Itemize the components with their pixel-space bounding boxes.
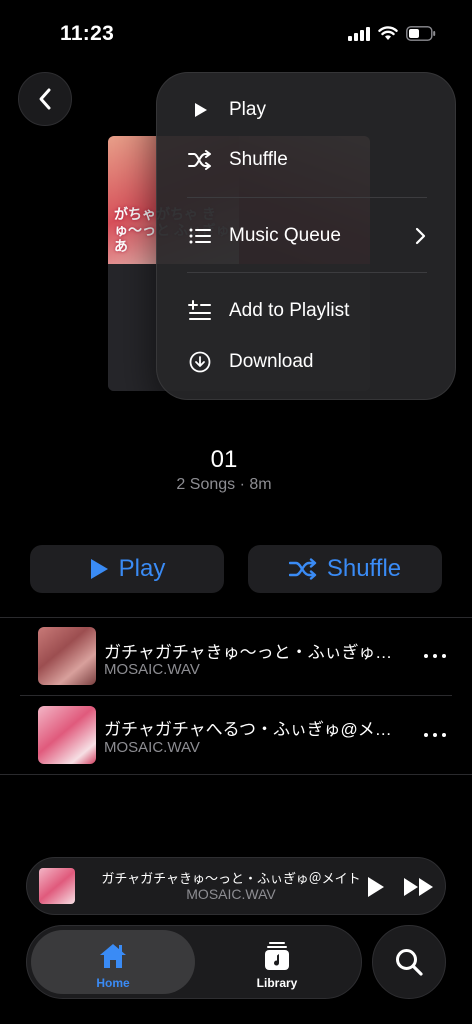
now-playing-artwork — [39, 868, 75, 904]
menu-item-label: Play — [229, 99, 266, 120]
home-icon — [100, 944, 126, 968]
song-artist: MOSAIC.WAV — [104, 661, 200, 678]
menu-item-download[interactable]: Download — [157, 339, 457, 385]
menu-item-label: Shuffle — [229, 149, 288, 170]
mini-player[interactable]: ガチャガチャきゅ〜っと・ふぃぎゅ＠メイト MOSAIC.WAV — [26, 857, 446, 915]
status-icons — [348, 26, 436, 41]
play-button[interactable]: Play — [30, 545, 224, 593]
download-icon — [187, 349, 213, 375]
menu-divider — [187, 197, 427, 198]
play-icon — [187, 97, 213, 123]
search-button[interactable] — [372, 925, 446, 999]
menu-item-label: Music Queue — [229, 225, 341, 246]
list-icon — [187, 223, 213, 249]
more-options-icon[interactable] — [424, 652, 446, 660]
back-button[interactable] — [18, 72, 72, 126]
library-icon — [265, 942, 289, 970]
cellular-signal-icon — [348, 26, 370, 41]
now-playing-artist: MOSAIC.WAV — [186, 886, 276, 902]
wifi-icon — [378, 26, 398, 40]
song-row[interactable]: ガチャガチャへるつ・ふぃぎゅ@メイト MOSAIC.WAV — [0, 696, 472, 774]
menu-item-play[interactable]: Play — [157, 87, 457, 133]
song-row[interactable]: ガチャガチャきゅ〜っと・ふぃぎゅ@メイト MOSAIC.WAV — [0, 618, 472, 696]
search-icon — [396, 949, 423, 976]
battery-icon — [406, 26, 436, 41]
context-menu: Play Shuffle Music Queue Add to Playlist… — [156, 72, 456, 400]
menu-item-label: Add to Playlist — [229, 300, 350, 321]
play-icon — [90, 559, 108, 579]
tab-home[interactable]: Home — [31, 930, 195, 994]
chevron-left-icon — [39, 88, 51, 110]
shuffle-button-label: Shuffle — [326, 555, 402, 582]
shuffle-icon — [187, 147, 213, 173]
song-title: ガチャガチャへるつ・ふぃぎゅ@メイト — [104, 720, 404, 739]
more-options-icon[interactable] — [424, 731, 446, 739]
menu-item-add-to-playlist[interactable]: Add to Playlist — [157, 288, 457, 334]
tab-library[interactable]: Library — [195, 930, 359, 994]
playlist-meta: 2 Songs · 8m — [176, 476, 272, 493]
song-title: ガチャガチャきゅ〜っと・ふぃぎゅ@メイト — [104, 643, 404, 662]
skip-forward-icon[interactable] — [403, 877, 435, 897]
playlist-title: 01 — [210, 446, 238, 473]
now-playing-title: ガチャガチャきゅ〜っと・ふぃぎゅ＠メイト — [101, 871, 361, 886]
divider — [0, 774, 472, 775]
tab-bar: Home Library — [26, 925, 362, 999]
shuffle-button[interactable]: Shuffle — [248, 545, 442, 593]
song-artist: MOSAIC.WAV — [104, 739, 200, 756]
status-time: 11:23 — [60, 22, 115, 45]
add-to-playlist-icon — [187, 298, 213, 324]
shuffle-icon — [288, 558, 317, 580]
tab-library-label: Library — [256, 976, 298, 990]
menu-item-label: Download — [229, 351, 314, 372]
chevron-right-icon — [415, 227, 426, 245]
menu-item-music-queue[interactable]: Music Queue — [157, 213, 457, 259]
play-button-label: Play — [118, 555, 166, 582]
play-icon[interactable] — [366, 876, 386, 898]
status-bar: 11:23 — [0, 0, 472, 70]
song-artwork — [38, 627, 96, 685]
menu-divider — [187, 272, 427, 273]
tab-home-label: Home — [96, 976, 130, 990]
menu-item-shuffle[interactable]: Shuffle — [157, 137, 457, 183]
song-artwork — [38, 706, 96, 764]
